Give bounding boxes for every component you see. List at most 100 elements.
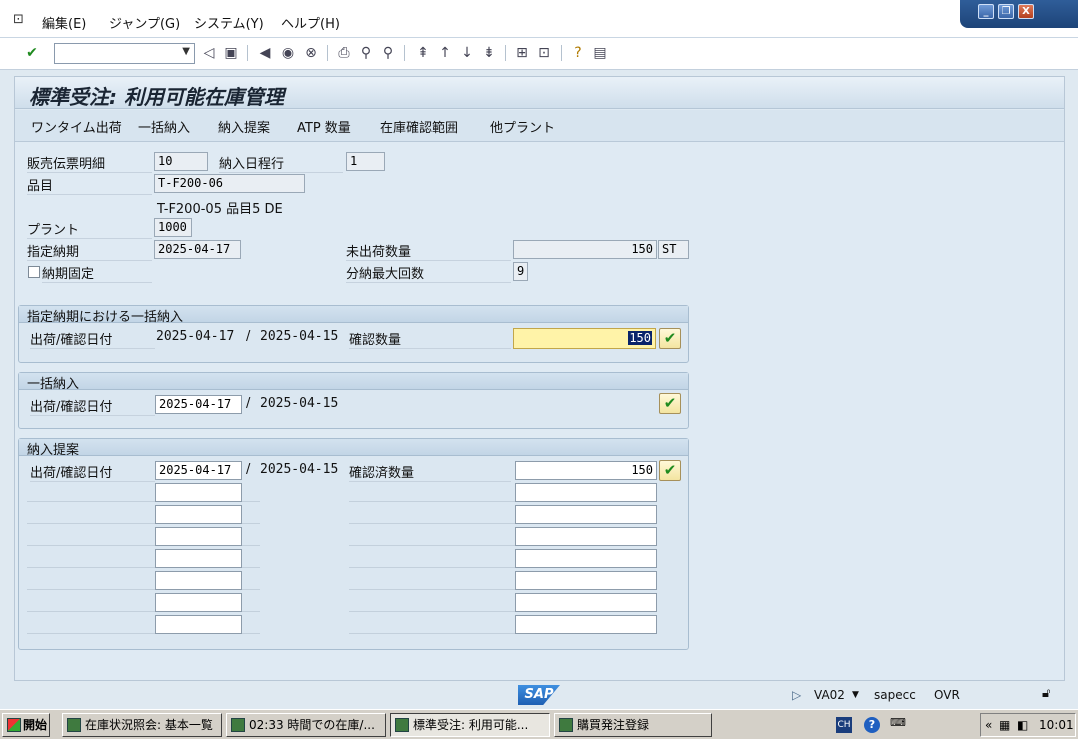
- status-bar: SAP ▷ VA02 ▼ sapecc OVR 🔓︎: [0, 683, 1078, 709]
- task-standard-order[interactable]: 標準受注: 利用可能...: [390, 713, 550, 737]
- close-button[interactable]: X: [1018, 4, 1034, 19]
- find-next-icon[interactable]: ⚲: [379, 44, 397, 62]
- max-partial-deliveries-field[interactable]: 9: [513, 262, 528, 281]
- confirmed-quantity-label: 確認済数量: [349, 462, 511, 482]
- atp-quantity-button[interactable]: ATP 数量: [297, 117, 351, 136]
- proposal-quantity-field[interactable]: [515, 593, 657, 612]
- proposal-quantity-field[interactable]: [515, 615, 657, 634]
- find-icon[interactable]: ⚲: [357, 44, 375, 62]
- restore-button[interactable]: ❐: [998, 4, 1014, 19]
- server-name: sapecc: [874, 688, 916, 702]
- plant-field[interactable]: 1000: [154, 218, 192, 237]
- menu-help[interactable]: ヘルプ(H): [281, 13, 340, 32]
- schedule-line-label: 納入日程行: [219, 153, 343, 173]
- window-controls: _ ❐ X: [960, 0, 1078, 28]
- requested-date-field[interactable]: 2025-04-17: [154, 240, 241, 259]
- item-field[interactable]: 10: [154, 152, 208, 171]
- ime-icon[interactable]: ⌨: [890, 716, 906, 729]
- proposal-date-field[interactable]: [155, 593, 242, 612]
- confirm-date-value: 2025-04-15: [260, 329, 339, 344]
- task-label: 02:33 時間での在庫/...: [249, 718, 375, 732]
- material-label: 品目: [27, 175, 152, 195]
- chevron-down-icon[interactable]: ▼: [182, 46, 190, 57]
- status-expand-icon[interactable]: ▷: [792, 688, 801, 702]
- first-page-icon[interactable]: ⇞: [414, 44, 432, 62]
- create-session-icon[interactable]: ⊞: [513, 44, 531, 62]
- row-line: [27, 523, 155, 524]
- date-separator: /: [246, 396, 251, 411]
- row-line: [349, 523, 515, 524]
- task-purchase-order[interactable]: 購買発注登録: [554, 713, 712, 737]
- proposal-date-field[interactable]: [155, 615, 242, 634]
- item-label: 販売伝票明細: [27, 153, 152, 173]
- help-icon[interactable]: ?: [569, 44, 587, 62]
- delivery-date-field[interactable]: 2025-04-17: [155, 395, 242, 414]
- proposal-quantity-field[interactable]: [515, 505, 657, 524]
- delivery-date-field[interactable]: 2025-04-17: [155, 461, 242, 480]
- prev-page-icon[interactable]: ↑: [436, 44, 454, 62]
- help-icon[interactable]: ?: [864, 717, 880, 733]
- chevron-down-icon[interactable]: ▼: [852, 690, 859, 700]
- open-quantity-unit[interactable]: ST: [658, 240, 689, 259]
- shortcut-icon[interactable]: ⊡: [535, 44, 553, 62]
- task-stock-overview[interactable]: 在庫状況照会: 基本一覧: [62, 713, 222, 737]
- back-icon[interactable]: ◁: [200, 44, 218, 62]
- confirmed-quantity-field[interactable]: 150: [515, 461, 657, 480]
- lock-icon[interactable]: 🔓︎: [1042, 686, 1050, 701]
- cancel-icon[interactable]: ⊗: [302, 44, 320, 62]
- material-field[interactable]: T-F200-06: [154, 174, 305, 193]
- row-line: [349, 545, 515, 546]
- schedule-line-field[interactable]: 1: [346, 152, 385, 171]
- confirm-complete-delivery-button[interactable]: ✔: [659, 393, 681, 414]
- proposal-date-field[interactable]: [155, 571, 242, 590]
- proposal-date-field[interactable]: [155, 527, 242, 546]
- confirm-one-time-button[interactable]: ✔: [659, 328, 681, 349]
- date-separator: /: [246, 462, 251, 477]
- application-toolbar: ワンタイム出荷 一括納入 納入提案 ATP 数量 在庫確認範囲 他プラント: [15, 110, 1064, 142]
- open-quantity-field[interactable]: 150: [513, 240, 657, 259]
- proposal-quantity-field[interactable]: [515, 549, 657, 568]
- menu-goto[interactable]: ジャンプ(G): [109, 13, 180, 32]
- language-indicator[interactable]: CH: [836, 717, 852, 733]
- other-plants-button[interactable]: 他プラント: [490, 117, 555, 136]
- clock: 10:01: [1039, 718, 1074, 732]
- volume-icon[interactable]: ◧: [1017, 714, 1028, 736]
- next-page-icon[interactable]: ↓: [458, 44, 476, 62]
- delivery-date-value: 2025-04-17: [156, 329, 235, 344]
- print-icon[interactable]: ⎙: [335, 44, 353, 62]
- confirmed-quantity-field[interactable]: 150: [513, 328, 656, 349]
- last-page-icon[interactable]: ⇟: [480, 44, 498, 62]
- command-field[interactable]: ▼: [54, 43, 195, 64]
- delivery-proposal-button[interactable]: 納入提案: [218, 117, 270, 136]
- row-line: [27, 567, 155, 568]
- proposal-date-field[interactable]: [155, 483, 242, 502]
- exit-icon[interactable]: ◉: [279, 44, 297, 62]
- task-stock-by-time[interactable]: 02:33 時間での在庫/...: [226, 713, 386, 737]
- back-nav-icon[interactable]: ◀: [256, 44, 274, 62]
- menu-edit[interactable]: 編集(E): [42, 13, 86, 32]
- start-button[interactable]: 開始: [2, 713, 50, 737]
- network-icon[interactable]: ▦: [999, 714, 1010, 736]
- layout-icon[interactable]: ▤: [591, 44, 609, 62]
- proposal-quantity-field[interactable]: [515, 483, 657, 502]
- menu-system[interactable]: システム(Y): [194, 13, 264, 32]
- proposal-quantity-field[interactable]: [515, 527, 657, 546]
- complete-delivery-button[interactable]: 一括納入: [138, 117, 190, 136]
- check-scope-button[interactable]: 在庫確認範囲: [380, 117, 458, 136]
- row-line: [349, 633, 515, 634]
- system-menu-icon[interactable]: ⊡: [13, 12, 29, 27]
- confirm-proposal-button[interactable]: ✔: [659, 460, 681, 481]
- toolbar-separator: [561, 45, 562, 61]
- tray-expand-icon[interactable]: «: [985, 714, 992, 736]
- proposal-date-field[interactable]: [155, 549, 242, 568]
- minimize-button[interactable]: _: [978, 4, 994, 19]
- onetime-delivery-button[interactable]: ワンタイム出荷: [31, 117, 122, 136]
- page-title: 標準受注: 利用可能在庫管理: [29, 85, 284, 109]
- proposal-date-field[interactable]: [155, 505, 242, 524]
- sap-window-icon: [395, 718, 409, 732]
- save-icon[interactable]: ▣: [222, 44, 240, 62]
- fixed-date-checkbox[interactable]: [28, 266, 40, 278]
- proposal-quantity-field[interactable]: [515, 571, 657, 590]
- row-line: [27, 545, 155, 546]
- enter-icon[interactable]: ✔: [23, 44, 41, 62]
